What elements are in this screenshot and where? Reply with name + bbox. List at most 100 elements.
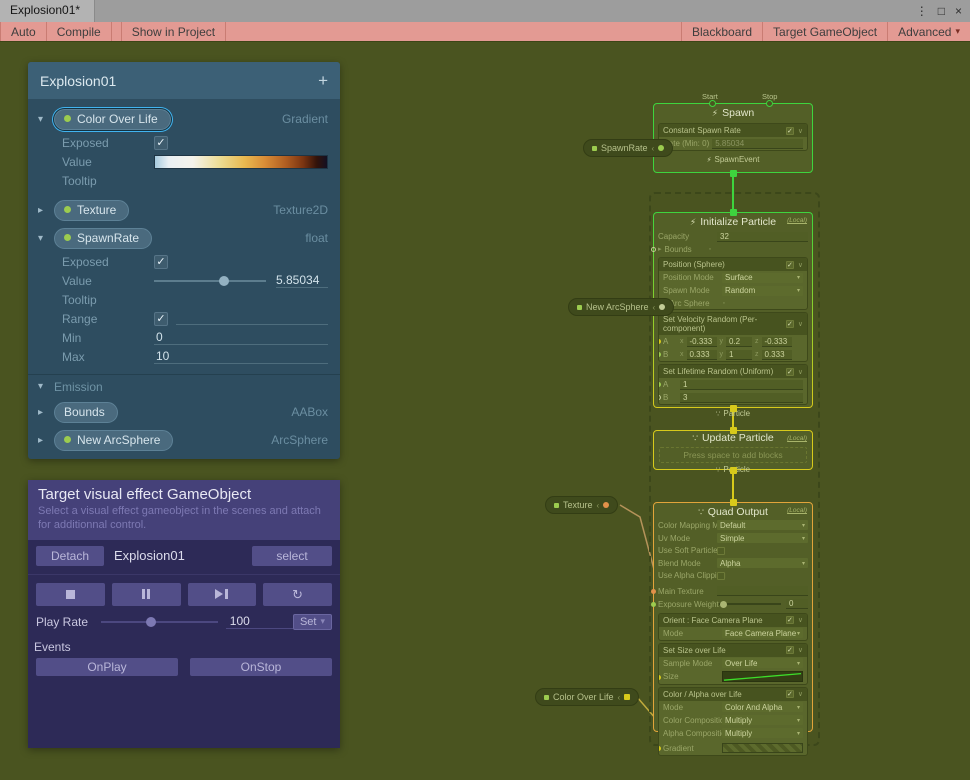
add-parameter-button[interactable]: + (318, 72, 328, 89)
onplay-button[interactable]: OnPlay (36, 658, 178, 676)
velocity-a-port[interactable] (658, 339, 661, 344)
pause-button[interactable] (112, 583, 181, 606)
node-update-particle[interactable]: ∵ Update Particle (Local) Press space to… (653, 430, 813, 470)
block-collapse-icon[interactable]: ∨ (798, 261, 803, 269)
lifetime-random-block[interactable]: Set Lifetime Random (Uniform) ✓ ∨ A 1 B … (658, 364, 808, 405)
chevron-right-icon[interactable]: ▸ (38, 205, 54, 216)
lifetime-a-field[interactable]: 1 (680, 380, 803, 390)
velocity-b-port[interactable] (658, 352, 661, 357)
chevron-down-icon[interactable]: ▾ (38, 381, 54, 392)
size-curve-field[interactable] (722, 671, 803, 682)
velocity-ay-field[interactable]: 0.2 (726, 337, 752, 347)
advanced-dropdown-button[interactable]: Advanced ▾ (887, 22, 970, 41)
param-pill-spawnrate[interactable]: SpawnRate (54, 228, 152, 249)
rate-value-field[interactable]: 5.85034 (712, 139, 803, 149)
color-alpha-over-life-block[interactable]: Color / Alpha over Life ✓ ∨ Mode Color A… (658, 687, 808, 756)
compile-button[interactable]: Compile (47, 22, 112, 41)
spawn-output-port[interactable] (730, 170, 737, 177)
constant-spawn-rate-block[interactable]: Constant Spawn Rate ✓ ∨ Rate (Min: 0) 5.… (658, 123, 808, 151)
uv-mode-dropdown[interactable]: Simple▾ (717, 533, 808, 543)
position-mode-dropdown[interactable]: Surface▾ (722, 273, 803, 283)
show-in-project-button[interactable]: Show in Project (122, 22, 226, 41)
gradient-preview[interactable] (154, 155, 328, 169)
velocity-random-block[interactable]: Set Velocity Random (Per-component) ✓ ∨ … (658, 312, 808, 362)
chevron-right-icon[interactable]: ▸ (38, 407, 54, 418)
exposure-weight-slider[interactable] (719, 603, 781, 605)
exposure-weight-port[interactable] (651, 602, 656, 607)
chevron-down-icon[interactable]: ▾ (38, 114, 54, 125)
set-size-over-life-block[interactable]: Set Size over Life ✓ ∨ Sample Mode Over … (658, 643, 808, 685)
chevron-down-icon[interactable]: ▾ (38, 233, 54, 244)
maximize-icon[interactable]: □ (938, 4, 945, 18)
alpha-composition-dropdown[interactable]: Multiply▾ (722, 728, 803, 738)
node-quad-output[interactable]: ∵ Quad Output (Local) Color Mapping Mode… (653, 502, 813, 732)
collapse-icon[interactable]: ‹ (618, 693, 621, 702)
initialize-space-label[interactable]: (Local) (787, 217, 807, 224)
initialize-output-port[interactable] (730, 405, 737, 412)
category-emission[interactable]: ▾ Emission (28, 374, 340, 398)
param-output-port[interactable] (624, 694, 630, 700)
lifetime-b-port[interactable] (658, 395, 661, 400)
velocity-bz-field[interactable]: 0.333 (762, 350, 792, 360)
param-pill-new-arcsphere[interactable]: New ArcSphere (54, 430, 173, 451)
play-rate-slider[interactable] (101, 621, 218, 623)
velocity-bx-field[interactable]: 0.333 (687, 350, 717, 360)
menu-icon[interactable]: ⋮ (916, 4, 928, 18)
block-collapse-icon[interactable]: ∨ (798, 320, 803, 328)
param-pill-color-over-life[interactable]: Color Over Life (54, 109, 171, 130)
color-composition-dropdown[interactable]: Multiply▾ (722, 715, 803, 725)
close-icon[interactable]: × (955, 4, 962, 18)
color-mapping-mode-dropdown[interactable]: Default▾ (717, 520, 808, 530)
space-toggle-icon[interactable]: ◦ (709, 246, 711, 253)
use-alpha-clipping-checkbox[interactable] (717, 572, 725, 580)
sample-mode-dropdown[interactable]: Over Life▾ (722, 658, 803, 668)
block-enabled-checkbox[interactable]: ✓ (786, 616, 794, 624)
bounds-input-port[interactable] (651, 247, 656, 252)
block-enabled-checkbox[interactable]: ✓ (786, 127, 794, 135)
restart-button[interactable]: ↻ (263, 583, 332, 606)
orient-block[interactable]: Orient : Face Camera Plane ✓ ∨ Mode Face… (658, 613, 808, 641)
block-collapse-icon[interactable]: ∨ (798, 368, 803, 376)
gradient-field[interactable] (722, 743, 803, 753)
block-collapse-icon[interactable]: ∨ (798, 616, 803, 624)
block-enabled-checkbox[interactable]: ✓ (786, 690, 794, 698)
detach-button[interactable]: Detach (36, 546, 104, 566)
param-output-port[interactable] (658, 145, 664, 151)
param-output-port[interactable] (603, 502, 609, 508)
update-space-label[interactable]: (Local) (787, 435, 807, 442)
size-input-port[interactable] (658, 675, 661, 680)
position-sphere-block[interactable]: Position (Sphere) ✓ ∨ Position Mode Surf… (658, 257, 808, 310)
row-color-over-life[interactable]: ▾ Color Over Life Gradient (28, 105, 340, 133)
collapse-icon[interactable]: ‹ (653, 303, 656, 312)
auto-button[interactable]: Auto (0, 22, 47, 41)
lifetime-b-field[interactable]: 3 (680, 393, 803, 403)
slider-handle[interactable] (720, 601, 727, 608)
lifetime-a-port[interactable] (658, 382, 661, 387)
block-enabled-checkbox[interactable]: ✓ (786, 320, 794, 328)
blackboard-toggle-button[interactable]: Blackboard (681, 22, 762, 41)
chevron-right-icon[interactable]: ▸ (38, 435, 54, 446)
param-node-texture[interactable]: Texture ‹ (545, 496, 618, 514)
stop-button[interactable] (36, 583, 105, 606)
update-output-port[interactable] (730, 467, 737, 474)
collapse-icon[interactable]: ‹ (652, 144, 655, 153)
use-soft-particle-checkbox[interactable] (717, 547, 725, 555)
spawn-mode-dropdown[interactable]: Random▾ (722, 286, 803, 296)
gradient-input-port[interactable] (658, 746, 661, 751)
block-collapse-icon[interactable]: ∨ (798, 646, 803, 654)
slider-handle[interactable] (219, 276, 229, 286)
block-collapse-icon[interactable]: ∨ (798, 127, 803, 135)
color-mode-dropdown[interactable]: Color And Alpha▾ (722, 702, 803, 712)
row-new-arcsphere[interactable]: ▸ New ArcSphere ArcSphere (28, 426, 340, 454)
exposed-checkbox[interactable]: ✓ (154, 136, 168, 150)
tooltip-field[interactable] (154, 293, 328, 306)
exposed-checkbox[interactable]: ✓ (154, 255, 168, 269)
target-gameobject-toggle-button[interactable]: Target GameObject (762, 22, 887, 41)
tooltip-field[interactable] (154, 174, 328, 187)
block-enabled-checkbox[interactable]: ✓ (786, 646, 794, 654)
orient-mode-dropdown[interactable]: Face Camera Plane▾ (722, 628, 803, 638)
collapse-icon[interactable]: ‹ (597, 501, 600, 510)
quad-space-label[interactable]: (Local) (787, 507, 807, 514)
select-button[interactable]: select (252, 546, 332, 566)
param-pill-texture[interactable]: Texture (54, 200, 129, 221)
